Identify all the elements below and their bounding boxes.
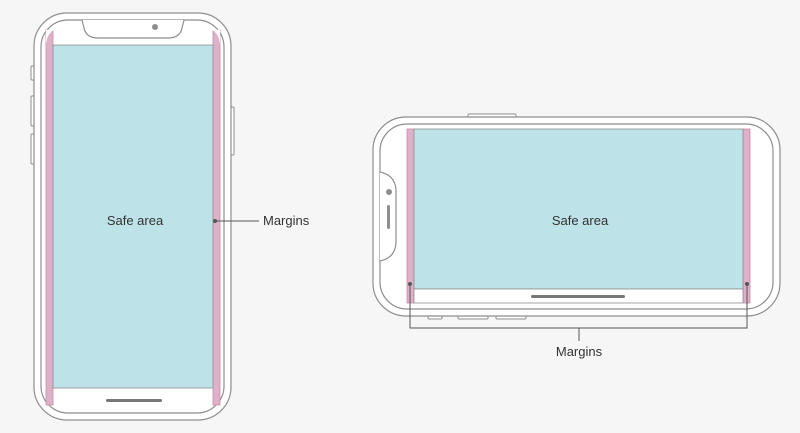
landscape-home-indicator bbox=[531, 295, 625, 298]
portrait-front-camera bbox=[152, 24, 158, 30]
portrait-left-margin bbox=[45, 29, 54, 406]
landscape-front-camera bbox=[386, 189, 392, 195]
safe-area-margins-diagram: Safe area Margins Safe area Margins bbox=[30, 12, 781, 421]
landscape-safe-area-label: Safe area bbox=[552, 213, 609, 228]
portrait-safe-area-label: Safe area bbox=[107, 213, 164, 228]
portrait-home-indicator bbox=[106, 399, 162, 402]
landscape-margins-label: Margins bbox=[556, 344, 603, 359]
landscape-speaker-grille bbox=[387, 205, 390, 229]
portrait-device: Safe area Margins bbox=[30, 12, 310, 421]
landscape-safe-area bbox=[413, 128, 744, 290]
portrait-right-margin bbox=[212, 29, 221, 406]
portrait-margins-label: Margins bbox=[263, 213, 310, 228]
landscape-device: Safe area Margins bbox=[372, 113, 781, 359]
landscape-right-margin bbox=[742, 128, 751, 304]
portrait-sensor-housing bbox=[81, 19, 185, 39]
landscape-left-margin bbox=[406, 128, 415, 304]
